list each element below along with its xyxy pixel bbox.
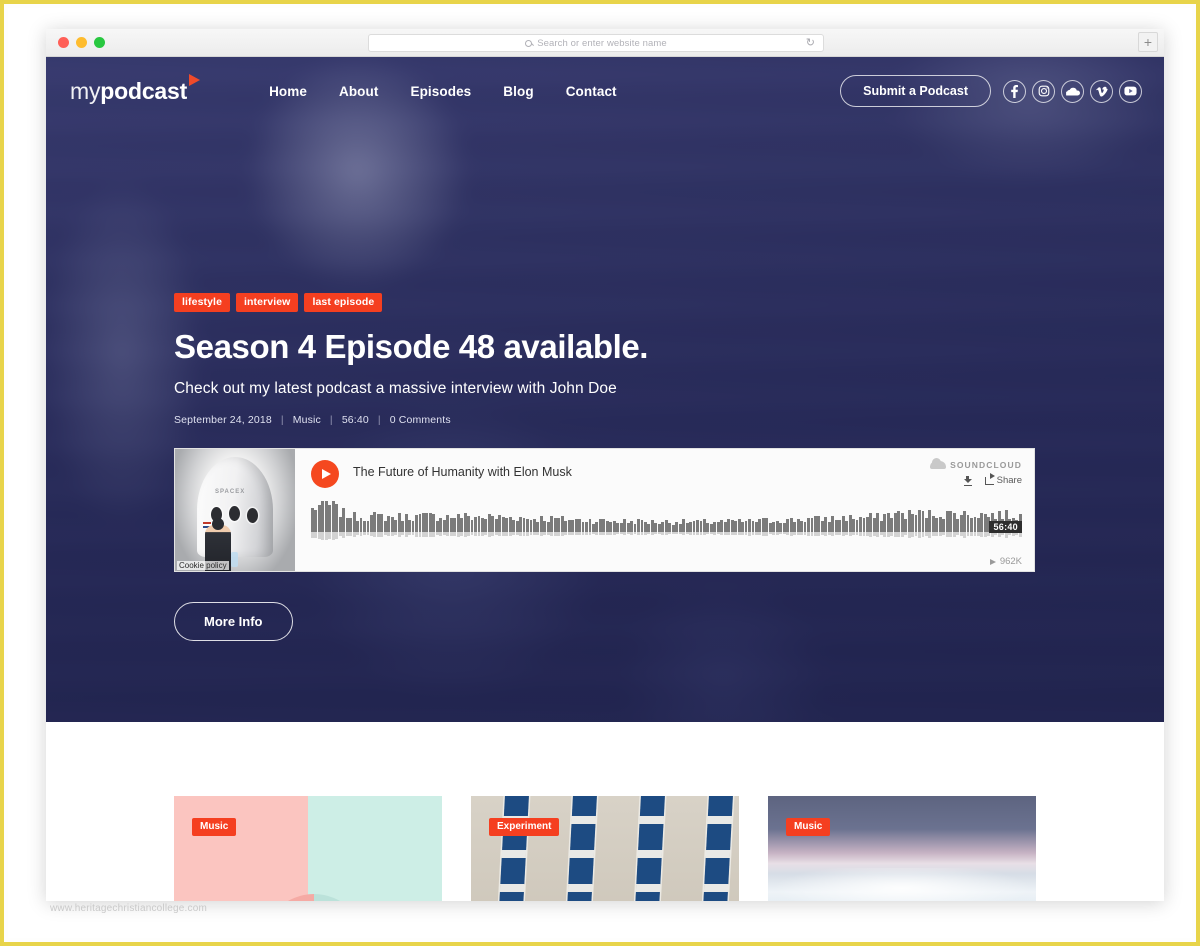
capsule-window-2 — [229, 506, 240, 521]
meta-category: Music — [292, 414, 321, 426]
meta-duration: 56:40 — [341, 414, 369, 426]
card-item[interactable]: Music — [768, 796, 1036, 901]
card-badge[interactable]: Music — [192, 818, 237, 836]
soundcloud-player[interactable]: SPACEX Cookie policy The Future of Human… — [174, 448, 1035, 572]
address-bar-placeholder: Search or enter website name — [537, 37, 667, 49]
track-title: The Future of Humanity with Elon Musk — [353, 465, 572, 479]
tag-lifestyle[interactable]: lifestyle — [174, 293, 231, 312]
instagram-icon[interactable] — [1032, 79, 1055, 103]
facade-column — [632, 796, 666, 901]
play-triangle-icon — [189, 73, 201, 86]
player-actions: Share — [930, 472, 1022, 486]
reload-icon[interactable]: ↻ — [806, 37, 815, 49]
bottle-graphic — [231, 552, 238, 567]
close-button[interactable] — [58, 37, 69, 48]
youtube-icon[interactable] — [1119, 79, 1142, 103]
address-bar[interactable]: Search or enter website name ↻ — [368, 34, 824, 52]
meta-date: September 24, 2018 — [174, 414, 272, 426]
duration-badge: 56:40 — [989, 521, 1022, 533]
meta-comments: 0 Comments — [389, 414, 451, 426]
site-viewport: mypodcast Home About Episodes Blog Conta… — [46, 57, 1164, 901]
hero-content: lifestyle interview last episode Season … — [46, 125, 1164, 641]
nav-right-group: Submit a Podcast — [840, 75, 1142, 107]
download-icon — [963, 476, 972, 486]
meta-separator-3: | — [377, 414, 381, 426]
hero-meta: September 24, 2018 | Music | 56:40 | 0 C… — [174, 414, 1164, 426]
site-logo[interactable]: mypodcast — [70, 73, 201, 105]
play-count-icon — [989, 558, 996, 565]
soundcloud-cloud-icon — [930, 458, 947, 469]
site-navbar: mypodcast Home About Episodes Blog Conta… — [46, 57, 1164, 125]
soundcloud-brand: SOUNDCLOUD — [930, 458, 1022, 470]
nav-item-contact[interactable]: Contact — [566, 84, 617, 99]
card-item[interactable]: Music — [174, 796, 442, 901]
player-brand-block: SOUNDCLOUD Share — [930, 458, 1022, 486]
play-icon[interactable] — [311, 460, 339, 488]
hero-title: Season 4 Episode 48 available. — [174, 328, 649, 365]
hero-subtitle: Check out my latest podcast a massive in… — [174, 380, 617, 397]
facebook-icon[interactable] — [1003, 79, 1026, 103]
waveform-lower — [311, 532, 1022, 545]
search-icon — [525, 39, 533, 47]
new-tab-button[interactable]: + — [1138, 32, 1158, 52]
nav-item-blog[interactable]: Blog — [503, 84, 533, 99]
meta-separator-1: | — [280, 414, 284, 426]
facade-column — [564, 796, 598, 901]
cookie-policy-link[interactable]: Cookie policy — [177, 561, 229, 570]
card-badge[interactable]: Experiment — [489, 818, 560, 836]
cards-row: Music Experiment Music — [46, 796, 1164, 901]
capsule-wordmark: SPACEX — [215, 489, 246, 495]
meta-separator-2: | — [329, 414, 333, 426]
play-count-value: 962K — [999, 556, 1022, 567]
download-button[interactable] — [963, 476, 972, 486]
capsule-window-3 — [247, 508, 258, 523]
tag-last-episode[interactable]: last episode — [304, 293, 383, 312]
play-count: 962K — [989, 556, 1022, 567]
card-image-pastel — [174, 796, 442, 901]
nav-links: Home About Episodes Blog Contact — [269, 84, 617, 99]
card-item[interactable]: Experiment — [471, 796, 739, 901]
card-image-building — [471, 796, 739, 901]
browser-toolbar: Search or enter website name ↻ + — [46, 29, 1164, 57]
more-info-button[interactable]: More Info — [174, 602, 293, 641]
vimeo-icon[interactable] — [1090, 79, 1113, 103]
address-bar-inner: Search or enter website name — [525, 38, 667, 49]
tag-interview[interactable]: interview — [236, 293, 299, 312]
minimize-button[interactable] — [76, 37, 87, 48]
nav-item-about[interactable]: About — [339, 84, 378, 99]
browser-window: Search or enter website name ↻ + mypodca… — [46, 29, 1164, 901]
hero-section: mypodcast Home About Episodes Blog Conta… — [46, 57, 1164, 722]
watermark: www.heritagechristiancollege.com — [50, 903, 208, 914]
share-icon — [984, 472, 995, 485]
player-artwork: SPACEX Cookie policy — [175, 449, 295, 571]
social-links — [1003, 79, 1142, 103]
card-image-ocean — [768, 796, 1036, 901]
card-badge[interactable]: Music — [786, 818, 831, 836]
facade-column — [700, 796, 734, 901]
play-triangle — [322, 469, 331, 479]
soundcloud-icon[interactable] — [1061, 79, 1084, 103]
hero-tags: lifestyle interview last episode — [174, 293, 1164, 312]
player-body: The Future of Humanity with Elon Musk SO… — [295, 449, 1034, 571]
waveform[interactable]: 56:40 — [311, 501, 1022, 547]
waveform-upper — [311, 501, 1022, 532]
player-header: The Future of Humanity with Elon Musk SO… — [311, 458, 1022, 488]
page-frame: Search or enter website name ↻ + mypodca… — [0, 0, 1200, 946]
share-label: Share — [996, 475, 1022, 486]
soundcloud-wordmark: SOUNDCLOUD — [950, 460, 1022, 470]
episodes-cards-section: Music Experiment Music — [46, 722, 1164, 901]
logo-text-light: my — [70, 77, 101, 104]
logo-text-bold: podcast — [100, 77, 188, 104]
submit-a-podcast-button[interactable]: Submit a Podcast — [840, 75, 991, 107]
share-button[interactable]: Share — [984, 472, 1022, 486]
nav-item-episodes[interactable]: Episodes — [410, 84, 471, 99]
nav-item-home[interactable]: Home — [269, 84, 307, 99]
facade-column — [496, 796, 530, 901]
maximize-button[interactable] — [94, 37, 105, 48]
window-controls[interactable] — [58, 37, 105, 48]
